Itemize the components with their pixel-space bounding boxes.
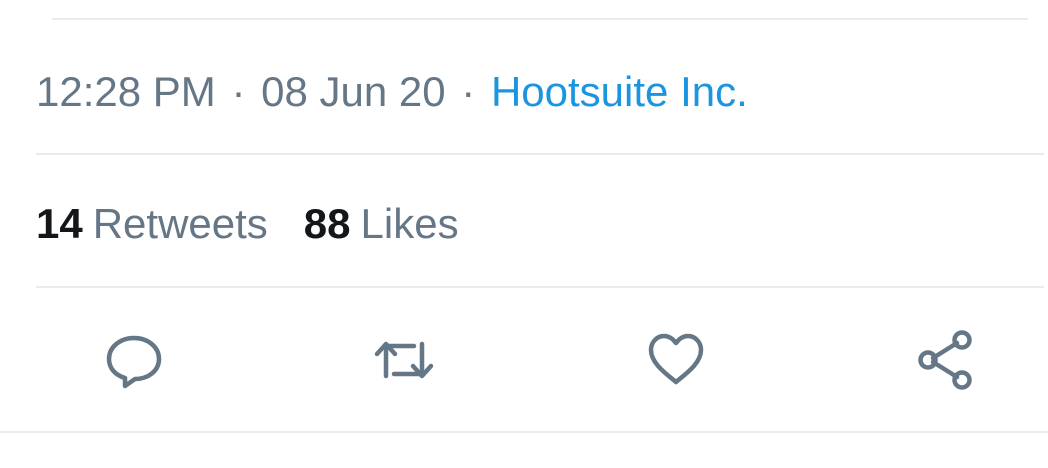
tweet-date[interactable]: 08 Jun 20 [261,68,446,115]
bottom-divider [0,431,1048,433]
tweet-source-link[interactable]: Hootsuite Inc. [491,68,748,115]
retweet-arrows-icon [374,341,434,379]
top-divider [52,18,1028,20]
share-nodes-icon [918,330,972,390]
likes-stat[interactable]: 88 Likes [304,196,459,252]
tweet-meta: 12:28 PM · 08 Jun 20 · Hootsuite Inc. [36,64,748,120]
retweets-count: 14 [36,200,83,247]
heart-icon [648,333,704,385]
reply-button[interactable] [104,330,164,390]
retweet-button[interactable] [374,330,434,390]
retweets-label: Retweets [92,200,268,247]
likes-label: Likes [360,200,459,247]
speech-bubble-icon [106,335,162,389]
tweet-time[interactable]: 12:28 PM [36,68,216,115]
likes-count: 88 [303,200,351,247]
tweet-stats: 14 Retweets 88 Likes [36,196,459,252]
stats-divider [36,286,1044,288]
meta-separator: · [231,68,246,115]
meta-separator: · [461,68,476,115]
like-button[interactable] [646,330,706,390]
retweets-stat[interactable]: 14 Retweets [36,196,268,252]
share-button[interactable] [915,330,975,390]
meta-divider [36,153,1044,155]
